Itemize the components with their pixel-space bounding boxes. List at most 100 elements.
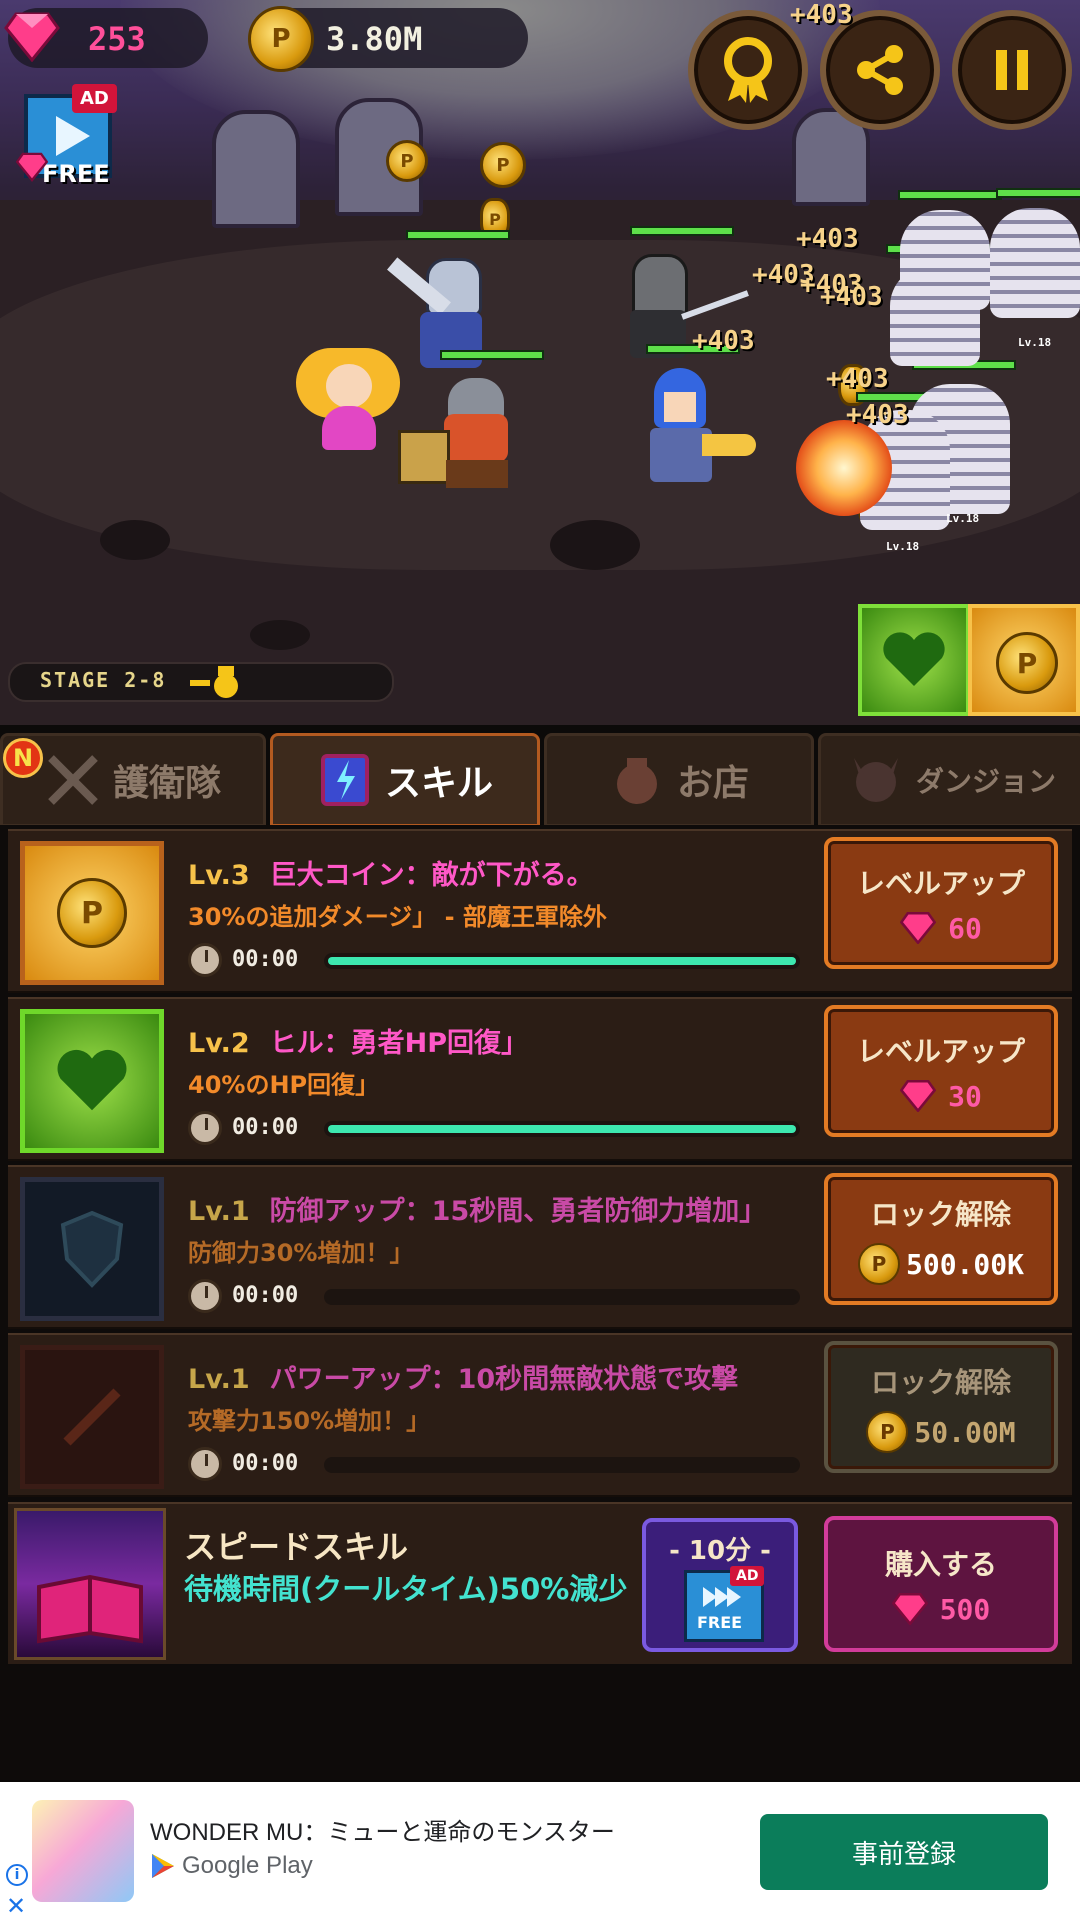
crossed-swords-icon <box>45 752 101 808</box>
ad-close-icon[interactable]: ✕ <box>6 1892 26 1920</box>
coin-icon: P <box>57 878 127 948</box>
knight-hero <box>384 257 494 378</box>
battle-scene: 253 P 3.80M AD FREE P P P P P P <box>0 0 1080 725</box>
fire-explosion <box>796 420 892 516</box>
skill-name: ヒル：勇者HP回復」 <box>269 1028 529 1059</box>
ad-store: Google Play <box>150 1852 313 1880</box>
gem-icon <box>900 1080 937 1112</box>
skill-name: 巨大コイン：敵が下がる。 <box>269 860 594 891</box>
button-label: レベルアップ <box>856 866 1025 900</box>
damage-number: +403 <box>692 326 755 356</box>
clock-icon <box>188 1279 222 1313</box>
cooldown-timer: 00:00 <box>188 1279 800 1313</box>
spellbook-icon <box>317 752 373 808</box>
coin-icon: P <box>248 6 314 72</box>
banner-ad[interactable]: WONDER MU：ミューと運命のモンスター Google Play 事前登録 … <box>0 1782 1080 1920</box>
coin-icon: P <box>996 632 1058 694</box>
enemy-level: Lv.18 <box>946 512 980 525</box>
level-up-button[interactable]: レベルアップ 60 <box>824 837 1058 969</box>
price: 50.00M <box>914 1415 1016 1449</box>
tab-shop-label: お店 <box>676 763 749 804</box>
share-icon <box>857 45 903 95</box>
hp-bar <box>898 190 1002 200</box>
button-label: ロック解除 <box>870 1198 1011 1231</box>
heal-skill-quick-button[interactable] <box>858 604 970 716</box>
skill-description: 30%の追加ダメージ」 - 部魔王軍除外 <box>188 903 607 931</box>
tombstone <box>212 110 300 228</box>
ad-badge: AD <box>72 84 117 113</box>
stage-marker-icon <box>190 666 238 698</box>
unlock-button[interactable]: ロック解除 P 500.00K <box>824 1173 1058 1305</box>
clock-icon <box>188 1111 222 1145</box>
skill-row-power: Lv.1 パワーアップ：10秒間無敵状態で攻撃 攻撃力150%増加！」 00:00… <box>8 1333 1072 1497</box>
ground-hole <box>550 520 640 570</box>
ground-hole <box>100 520 170 560</box>
progress-fill <box>328 1125 796 1133</box>
coin-drop: P <box>480 142 526 188</box>
pre-register-button[interactable]: 事前登録 <box>760 1814 1048 1890</box>
hp-bar <box>440 350 544 360</box>
tab-skills[interactable]: スキル <box>270 733 540 827</box>
gem-count: 253 <box>88 20 146 58</box>
heal-skill-icon <box>20 1009 164 1153</box>
coin-icon: P <box>866 1411 909 1453</box>
price: 30 <box>948 1079 982 1113</box>
unlock-button[interactable]: ロック解除 P 50.00M <box>824 1341 1058 1473</box>
ad-store-name: Google Play <box>182 1852 313 1879</box>
price: 500 <box>939 1592 991 1626</box>
sword-skill-icon <box>20 1345 164 1489</box>
cooldown-progress-bar <box>324 953 800 969</box>
hp-bar <box>630 226 734 236</box>
buy-speed-skill-button[interactable]: 購入する 500 <box>824 1516 1058 1652</box>
price: 500.00K <box>905 1247 1024 1281</box>
mummy-enemy <box>890 266 980 366</box>
ribbon-badge-icon <box>724 37 772 103</box>
hp-bar <box>406 230 510 240</box>
tab-dungeon[interactable]: ダンジョン <box>818 733 1080 827</box>
skill-level: Lv.2 <box>188 1028 250 1059</box>
stage-progress: STAGE 2-8 <box>8 662 394 702</box>
gem-icon <box>16 152 48 182</box>
mummy-enemy <box>990 208 1080 318</box>
bag-icon <box>609 752 665 808</box>
ad-app-thumbnail[interactable] <box>32 1800 134 1902</box>
ad-app-name[interactable]: WONDER MU：ミューと運命のモンスター <box>150 1812 615 1847</box>
heart-icon <box>57 1049 127 1111</box>
free-gem-ad-button[interactable]: AD FREE <box>16 84 120 192</box>
giant-coin-skill-quick-button[interactable]: P <box>968 604 1080 716</box>
coin-drop: P <box>386 140 428 182</box>
tab-shop[interactable]: お店 <box>544 733 814 827</box>
skill-description: 防御力30%増加！」 <box>188 1239 414 1267</box>
skill-row-defense: Lv.1 防御アップ：15秒間、勇者防御力増加」 防御力30%増加！」 00:00… <box>8 1165 1072 1329</box>
cooldown-timer: 00:00 <box>188 943 800 977</box>
tab-bar: 護衛隊 N スキル お店 ダンジョン <box>0 725 1080 827</box>
level-up-button[interactable]: レベルアップ 30 <box>824 1005 1058 1137</box>
pause-button[interactable] <box>952 10 1072 130</box>
ad-info-icon[interactable]: i <box>6 1864 28 1886</box>
speed-skill-description: 待機時間(クールタイム)50%減少 <box>184 1572 628 1606</box>
skill-row-heal: Lv.2 ヒル：勇者HP回復」 40%のHP回復」 00:00 レベルアップ 30 <box>8 997 1072 1161</box>
skill-level: Lv.1 <box>188 1364 250 1395</box>
gem-icon <box>891 1593 928 1625</box>
pause-icon <box>996 50 1028 90</box>
cooldown-time: 00:00 <box>232 1283 299 1308</box>
new-badge: N <box>3 738 43 778</box>
skill-description: 40%のHP回復」 <box>188 1071 380 1099</box>
watch-ad-speed-button[interactable]: - 10分 - FREE AD <box>642 1518 798 1652</box>
shield-skill-icon <box>20 1177 164 1321</box>
cooldown-time: 00:00 <box>232 947 299 972</box>
skill-name: 防御アップ：15秒間、勇者防御力増加」 <box>269 1196 767 1227</box>
coin-icon: P <box>857 1243 900 1285</box>
ad-badge: AD <box>730 1566 765 1586</box>
tab-guards-label: 護衛隊 <box>112 763 221 804</box>
damage-number: +403 <box>790 0 853 30</box>
cooldown-timer: 00:00 <box>188 1447 800 1481</box>
skill-row-giant-coin: P Lv.3 巨大コイン：敵が下がる。 30%の追加ダメージ」 - 部魔王軍除外 … <box>8 829 1072 993</box>
cooldown-progress-bar <box>324 1457 800 1473</box>
sword-icon <box>63 1388 121 1446</box>
button-label: ロック解除 <box>870 1366 1011 1399</box>
mage-hero <box>640 368 756 486</box>
heart-icon <box>883 632 945 686</box>
tab-guards[interactable]: 護衛隊 N <box>0 733 266 827</box>
free-label: FREE <box>42 160 110 188</box>
